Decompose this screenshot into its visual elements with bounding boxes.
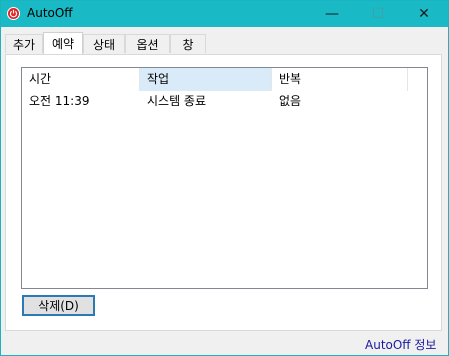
close-button[interactable]: ✕: [401, 1, 447, 27]
list-item[interactable]: 오전 11:39 시스템 종료 없음: [22, 91, 427, 111]
cell-time: 오전 11:39: [29, 94, 90, 108]
column-header-action[interactable]: 작업: [140, 68, 272, 91]
window-title: AutoOff: [27, 6, 73, 20]
delete-button[interactable]: 삭제(D): [22, 295, 95, 316]
minimize-button[interactable]: —: [309, 1, 355, 27]
tab-options[interactable]: 옵션: [125, 34, 170, 53]
tab-status[interactable]: 상태: [83, 34, 125, 53]
column-header-time[interactable]: 시간: [22, 68, 140, 91]
tab-schedule[interactable]: 예약: [43, 32, 83, 54]
schedule-list[interactable]: 시간 작업 반복 오전 11:39 시스템 종료 없음: [21, 67, 428, 289]
column-header-repeat[interactable]: 반복: [272, 68, 408, 91]
power-icon: [7, 7, 20, 20]
tab-window[interactable]: 창: [170, 34, 206, 53]
maximize-button[interactable]: ☐: [355, 1, 401, 27]
tab-panel: 시간 작업 반복 오전 11:39 시스템 종료 없음 삭제(D): [5, 54, 442, 331]
cell-action: 시스템 종료: [147, 94, 207, 108]
list-header: 시간 작업 반복: [22, 68, 427, 91]
tab-add[interactable]: 추가: [5, 34, 43, 53]
about-link[interactable]: AutoOff 정보: [365, 336, 436, 353]
app-window: AutoOff — ☐ ✕ 추가 예약 상태 옵션 창 시간 작업 반복 오전 …: [0, 0, 449, 356]
cell-repeat: 없음: [279, 94, 302, 108]
title-bar[interactable]: AutoOff — ☐ ✕: [1, 1, 448, 27]
